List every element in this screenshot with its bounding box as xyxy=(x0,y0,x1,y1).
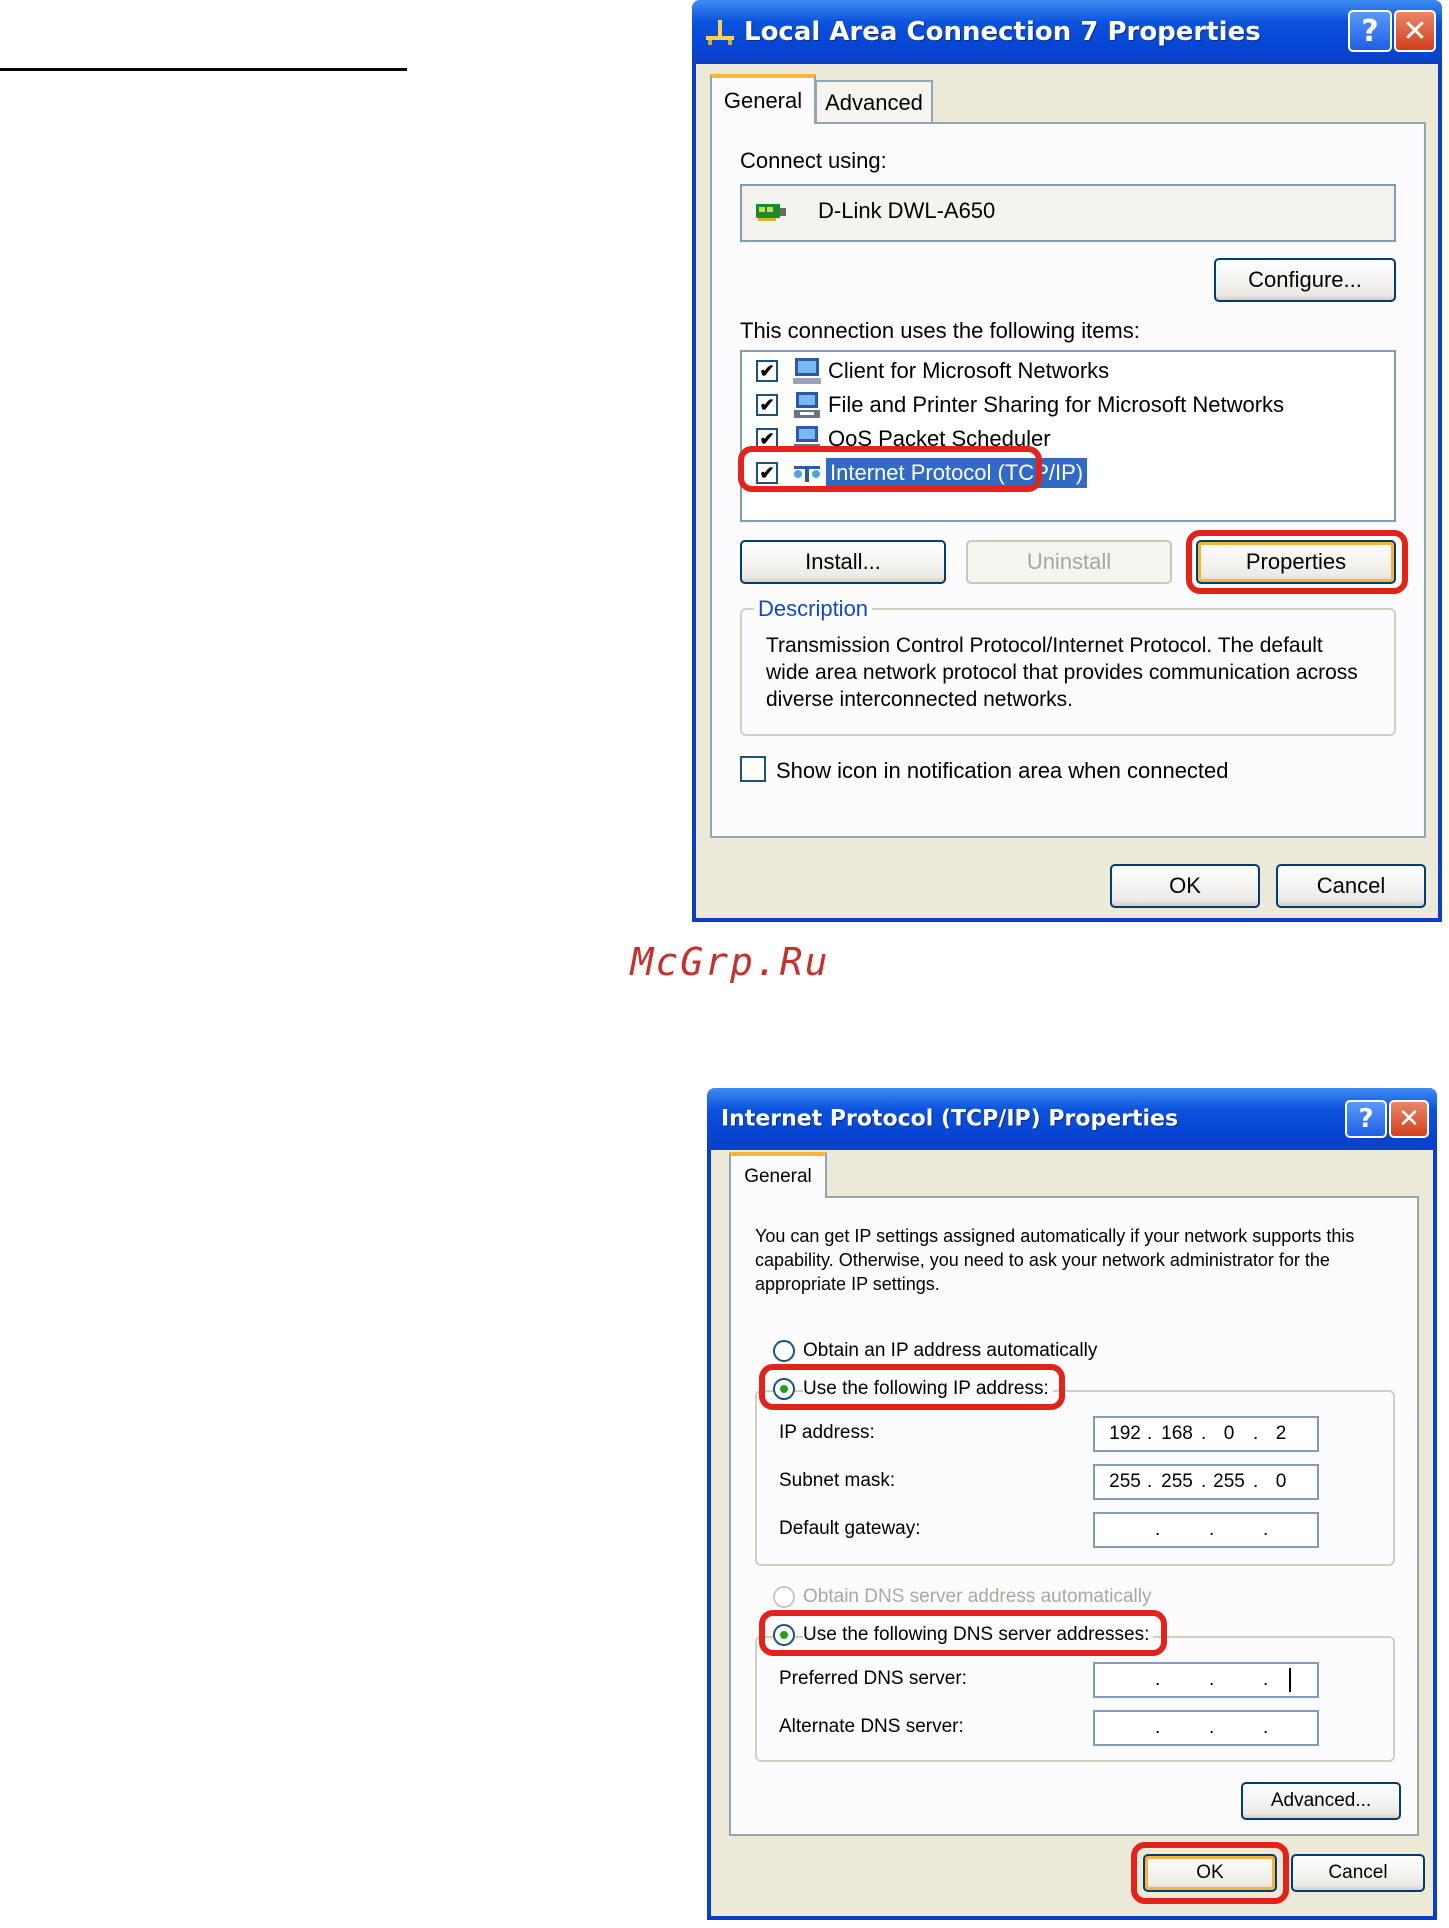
page-rule xyxy=(0,68,407,71)
question-icon: ? xyxy=(1361,13,1379,49)
watermark: McGrp.Ru xyxy=(630,940,830,984)
network-adapter-icon xyxy=(756,200,788,224)
ip-address-field[interactable]: 192. 168. 0. 2 xyxy=(1093,1416,1319,1452)
tcpip-highlight xyxy=(738,446,1042,492)
connect-using-label: Connect using: xyxy=(740,148,887,173)
window-title: Internet Protocol (TCP/IP) Properties xyxy=(721,1106,1179,1132)
item-checkbox[interactable]: ✔ xyxy=(756,360,778,382)
network-client-icon xyxy=(792,356,822,386)
intro-text: You can get IP settings assigned automat… xyxy=(755,1226,1355,1294)
items-list[interactable]: ✔ Client for Microsoft Networks ✔ File a… xyxy=(740,350,1396,522)
preferred-dns-label: Preferred DNS server: xyxy=(779,1668,967,1689)
subnet-mask-field[interactable]: 255. 255. 255. 0 xyxy=(1093,1464,1319,1500)
title-bar[interactable]: Local Area Connection 7 Properties ? ✕ xyxy=(692,0,1442,64)
subnet-mask-label: Subnet mask: xyxy=(779,1470,896,1491)
file-printer-sharing-icon xyxy=(792,390,822,420)
question-icon: ? xyxy=(1358,1104,1374,1134)
alternate-dns-label: Alternate DNS server: xyxy=(779,1716,964,1737)
ok-highlight xyxy=(1131,1842,1289,1904)
window-title: Local Area Connection 7 Properties xyxy=(744,17,1261,47)
tab-general[interactable]: General xyxy=(729,1152,827,1198)
cancel-button[interactable]: Cancel xyxy=(1291,1854,1425,1892)
tab-general[interactable]: General xyxy=(710,74,816,124)
static-ip-highlight xyxy=(759,1364,1065,1410)
adapter-box: D-Link DWL-A650 xyxy=(740,184,1396,242)
description-legend: Description xyxy=(754,596,873,622)
auto-dns-radio[interactable] xyxy=(773,1586,795,1608)
auto-dns-label: Obtain DNS server address automatically xyxy=(803,1586,1152,1607)
general-tab-panel: Connect using: D-Link DWL-A650 Configure… xyxy=(710,122,1426,838)
auto-ip-radio[interactable] xyxy=(773,1340,795,1362)
cancel-button[interactable]: Cancel xyxy=(1276,864,1426,908)
properties-highlight xyxy=(1186,530,1408,594)
help-button[interactable]: ? xyxy=(1348,10,1392,52)
network-connection-icon xyxy=(704,18,736,46)
title-bar[interactable]: Internet Protocol (TCP/IP) Properties ? … xyxy=(707,1088,1437,1150)
static-dns-highlight xyxy=(759,1610,1167,1656)
advanced-button[interactable]: Advanced... xyxy=(1241,1782,1401,1820)
tab-advanced[interactable]: Advanced xyxy=(815,80,933,124)
description-group: Description Transmission Control Protoco… xyxy=(740,596,1396,736)
close-button[interactable]: ✕ xyxy=(1394,10,1436,52)
show-icon-checkbox[interactable] xyxy=(740,756,766,782)
preferred-dns-field[interactable]: ... xyxy=(1093,1662,1319,1698)
dialog-client: General You can get IP settings assigned… xyxy=(711,1150,1433,1916)
general-tab-panel: You can get IP settings assigned automat… xyxy=(729,1196,1419,1836)
list-item[interactable]: ✔ Client for Microsoft Networks xyxy=(742,354,1392,388)
gateway-label: Default gateway: xyxy=(779,1518,921,1539)
text-cursor xyxy=(1289,1668,1291,1692)
list-item[interactable]: ✔ File and Printer Sharing for Microsoft… xyxy=(742,388,1392,422)
description-text: Transmission Control Protocol/Internet P… xyxy=(766,634,1358,711)
close-button[interactable]: ✕ xyxy=(1389,1100,1429,1138)
adapter-name: D-Link DWL-A650 xyxy=(818,198,996,223)
ok-button[interactable]: OK xyxy=(1110,864,1260,908)
alternate-dns-field[interactable]: ... xyxy=(1093,1710,1319,1746)
lan-properties-window: Local Area Connection 7 Properties ? ✕ G… xyxy=(692,0,1442,922)
close-icon: ✕ xyxy=(1398,1104,1420,1134)
item-checkbox[interactable]: ✔ xyxy=(756,394,778,416)
gateway-field[interactable]: ... xyxy=(1093,1512,1319,1548)
items-label: This connection uses the following items… xyxy=(740,318,1140,343)
close-icon: ✕ xyxy=(1402,13,1428,49)
configure-button[interactable]: Configure... xyxy=(1214,258,1396,302)
tcpip-properties-window: Internet Protocol (TCP/IP) Properties ? … xyxy=(707,1088,1437,1920)
help-button[interactable]: ? xyxy=(1345,1100,1387,1138)
show-icon-label: Show icon in notification area when conn… xyxy=(776,758,1229,783)
install-button[interactable]: Install... xyxy=(740,540,946,584)
dialog-client: General Advanced Connect using: D-Link D… xyxy=(696,64,1438,918)
auto-ip-label: Obtain an IP address automatically xyxy=(803,1340,1098,1361)
ip-address-label: IP address: xyxy=(779,1422,875,1443)
uninstall-button[interactable]: Uninstall xyxy=(966,540,1172,584)
